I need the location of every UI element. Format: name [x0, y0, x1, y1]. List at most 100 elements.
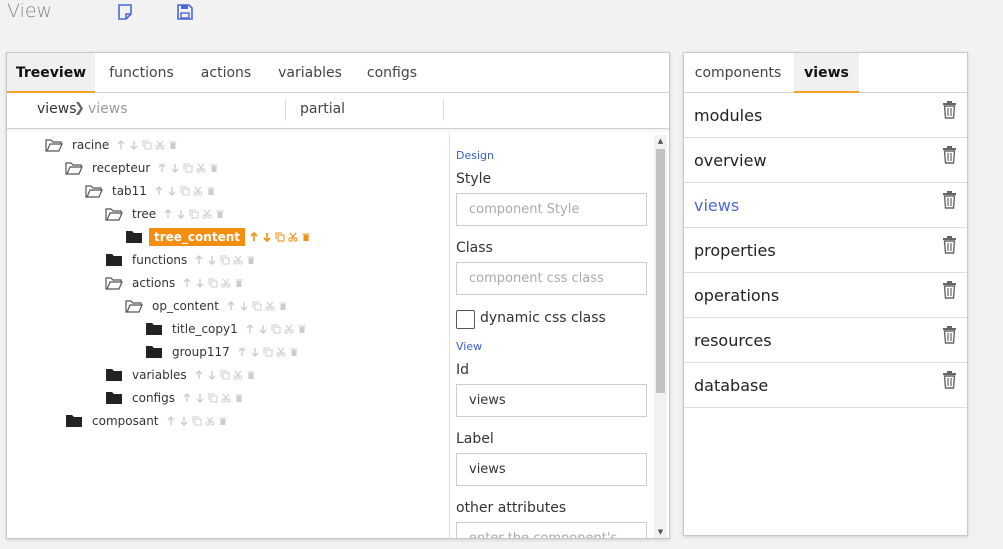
tree-node-label[interactable]: tree_content: [149, 228, 245, 246]
new-document-icon[interactable]: [116, 3, 134, 21]
tree-node[interactable]: configs: [105, 388, 244, 408]
move-up-icon[interactable]: [163, 209, 173, 219]
copy-icon[interactable]: [275, 232, 285, 242]
list-item-label[interactable]: modules: [694, 106, 762, 125]
delete-icon[interactable]: [209, 163, 219, 173]
move-up-icon[interactable]: [237, 347, 247, 357]
copy-icon[interactable]: [183, 163, 193, 173]
delete-icon[interactable]: [234, 393, 244, 403]
move-down-icon[interactable]: [170, 163, 180, 173]
tab-views[interactable]: views: [794, 53, 859, 93]
copy-icon[interactable]: [208, 278, 218, 288]
copy-icon[interactable]: [189, 209, 199, 219]
move-up-icon[interactable]: [226, 301, 236, 311]
tree-node-label[interactable]: group117: [169, 344, 233, 360]
cut-icon[interactable]: [284, 324, 294, 334]
breadcrumb-root[interactable]: views: [37, 101, 77, 117]
tree-node[interactable]: title_copy1: [145, 319, 307, 339]
move-up-icon[interactable]: [194, 370, 204, 380]
move-up-icon[interactable]: [249, 232, 259, 242]
list-item[interactable]: resources: [684, 318, 967, 363]
tab-treeview[interactable]: Treeview: [7, 53, 95, 93]
move-up-icon[interactable]: [182, 278, 192, 288]
copy-icon[interactable]: [142, 140, 152, 150]
list-item[interactable]: modules: [684, 93, 967, 138]
scrollbar[interactable]: ▲ ▼: [654, 135, 667, 538]
scroll-up-icon[interactable]: ▲: [656, 136, 665, 146]
copy-icon[interactable]: [220, 370, 230, 380]
trash-icon[interactable]: [942, 281, 957, 299]
move-down-icon[interactable]: [176, 209, 186, 219]
copy-icon[interactable]: [180, 186, 190, 196]
move-down-icon[interactable]: [262, 232, 272, 242]
trash-icon[interactable]: [942, 191, 957, 209]
delete-icon[interactable]: [246, 370, 256, 380]
copy-icon[interactable]: [263, 347, 273, 357]
copy-icon[interactable]: [271, 324, 281, 334]
save-icon[interactable]: [176, 3, 194, 21]
copy-icon[interactable]: [208, 393, 218, 403]
delete-icon[interactable]: [215, 209, 225, 219]
tree-node[interactable]: composant: [65, 411, 228, 431]
tab-functions[interactable]: functions: [99, 53, 184, 93]
move-up-icon[interactable]: [194, 255, 204, 265]
cut-icon[interactable]: [202, 209, 212, 219]
delete-icon[interactable]: [234, 278, 244, 288]
tree-node[interactable]: racine: [45, 135, 178, 155]
delete-icon[interactable]: [218, 416, 228, 426]
tree-node-label[interactable]: configs: [129, 390, 178, 406]
move-down-icon[interactable]: [195, 393, 205, 403]
cut-icon[interactable]: [155, 140, 165, 150]
tree-node[interactable]: tree: [105, 204, 225, 224]
cut-icon[interactable]: [233, 370, 243, 380]
tree-node-label[interactable]: recepteur: [89, 160, 153, 176]
list-item[interactable]: database: [684, 363, 967, 408]
class-input[interactable]: component css class: [456, 262, 647, 295]
move-up-icon[interactable]: [157, 163, 167, 173]
move-down-icon[interactable]: [179, 416, 189, 426]
list-item-label[interactable]: resources: [694, 331, 772, 350]
cut-icon[interactable]: [288, 232, 298, 242]
cut-icon[interactable]: [265, 301, 275, 311]
other-attributes-input[interactable]: enter the component's: [456, 522, 647, 538]
list-item[interactable]: overview: [684, 138, 967, 183]
list-item[interactable]: properties: [684, 228, 967, 273]
tree-node[interactable]: functions: [105, 250, 256, 270]
move-down-icon[interactable]: [195, 278, 205, 288]
tree-node-label[interactable]: variables: [129, 367, 190, 383]
cut-icon[interactable]: [193, 186, 203, 196]
label-input[interactable]: views: [456, 453, 647, 486]
tree-node[interactable]: op_content: [125, 296, 288, 316]
cut-icon[interactable]: [276, 347, 286, 357]
move-up-icon[interactable]: [116, 140, 126, 150]
cut-icon[interactable]: [221, 278, 231, 288]
delete-icon[interactable]: [206, 186, 216, 196]
copy-icon[interactable]: [220, 255, 230, 265]
dynamic-css-checkbox[interactable]: [456, 310, 475, 329]
delete-icon[interactable]: [278, 301, 288, 311]
tree-node-label[interactable]: racine: [69, 137, 112, 153]
copy-icon[interactable]: [192, 416, 202, 426]
tree-node-label[interactable]: actions: [129, 275, 178, 291]
delete-icon[interactable]: [289, 347, 299, 357]
trash-icon[interactable]: [942, 101, 957, 119]
list-item-label[interactable]: overview: [694, 151, 767, 170]
move-down-icon[interactable]: [129, 140, 139, 150]
tree-node-label[interactable]: title_copy1: [169, 321, 241, 337]
move-down-icon[interactable]: [207, 370, 217, 380]
tree-node-label[interactable]: tree: [129, 206, 159, 222]
list-item-label[interactable]: operations: [694, 286, 779, 305]
list-item-label[interactable]: views: [694, 196, 739, 215]
cut-icon[interactable]: [221, 393, 231, 403]
trash-icon[interactable]: [942, 326, 957, 344]
move-up-icon[interactable]: [182, 393, 192, 403]
tab-actions[interactable]: actions: [189, 53, 263, 93]
tree-node-label[interactable]: composant: [89, 413, 162, 429]
move-down-icon[interactable]: [239, 301, 249, 311]
move-up-icon[interactable]: [154, 186, 164, 196]
scroll-down-icon[interactable]: ▼: [656, 527, 665, 537]
move-up-icon[interactable]: [166, 416, 176, 426]
list-item-label[interactable]: properties: [694, 241, 776, 260]
tab-variables[interactable]: variables: [269, 53, 351, 93]
tree-node[interactable]: group117: [145, 342, 299, 362]
